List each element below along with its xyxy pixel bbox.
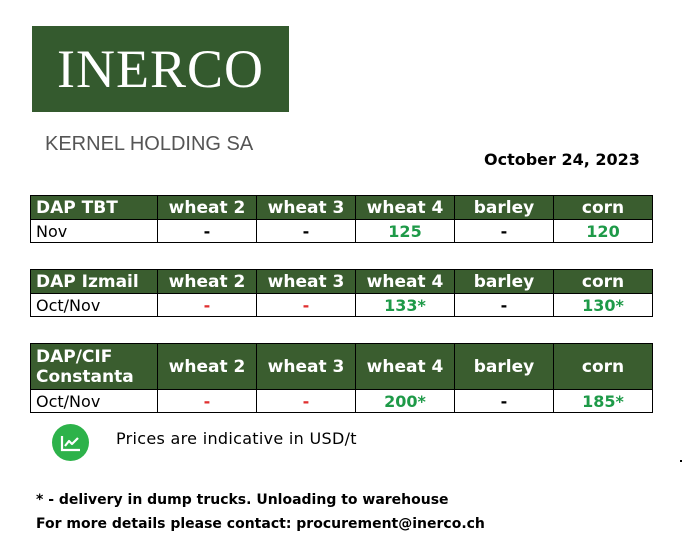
column-header: barley <box>454 269 554 294</box>
price-cell: 133* <box>355 293 455 317</box>
price-cell: - <box>256 293 356 317</box>
price-table-dap-cif-constanta: DAP/CIF Constanta wheat 2 wheat 3 wheat … <box>30 343 653 413</box>
column-header: corn <box>553 195 653 220</box>
column-header: barley <box>454 343 554 390</box>
price-cell: - <box>454 389 554 413</box>
period-cell: Oct/Nov <box>30 293 158 317</box>
price-cell: 120 <box>553 219 653 243</box>
column-header: corn <box>553 343 653 390</box>
price-cell: 185* <box>553 389 653 413</box>
column-header: wheat 4 <box>355 269 455 294</box>
report-date: October 24, 2023 <box>484 150 640 169</box>
location-line-2: Constanta <box>36 366 134 387</box>
column-header: barley <box>454 195 554 220</box>
contact-footnote: For more details please contact: procure… <box>36 516 485 532</box>
column-header: wheat 2 <box>157 269 257 294</box>
column-header: wheat 3 <box>256 269 356 294</box>
stray-dot <box>680 460 682 462</box>
price-cell: 130* <box>553 293 653 317</box>
inerco-logo: INERCO <box>32 26 289 112</box>
price-cell: - <box>157 389 257 413</box>
price-table-dap-tbt: DAP TBT wheat 2 wheat 3 wheat 4 barley c… <box>30 195 653 243</box>
company-subtitle: KERNEL HOLDING SA <box>45 133 254 155</box>
price-cell: - <box>157 219 257 243</box>
price-cell: - <box>157 293 257 317</box>
delivery-footnote: * - delivery in dump trucks. Unloading t… <box>36 492 449 508</box>
table-header-row: DAP Izmail wheat 2 wheat 3 wheat 4 barle… <box>30 269 653 294</box>
location-header: DAP TBT <box>30 195 158 220</box>
column-header: wheat 4 <box>355 195 455 220</box>
table-header-row: DAP TBT wheat 2 wheat 3 wheat 4 barley c… <box>30 195 653 220</box>
column-header: wheat 2 <box>157 343 257 390</box>
location-header: DAP/CIF Constanta <box>30 343 158 390</box>
price-cell: - <box>256 389 356 413</box>
table-header-row: DAP/CIF Constanta wheat 2 wheat 3 wheat … <box>30 343 653 390</box>
table-row: Nov - - 125 - 120 <box>30 219 653 243</box>
price-note: Prices are indicative in USD/t <box>116 429 357 448</box>
price-table-dap-izmail: DAP Izmail wheat 2 wheat 3 wheat 4 barle… <box>30 269 653 317</box>
price-cell: 200* <box>355 389 455 413</box>
price-cell: - <box>454 293 554 317</box>
column-header: wheat 3 <box>256 343 356 390</box>
column-header: wheat 4 <box>355 343 455 390</box>
table-row: Oct/Nov - - 200* - 185* <box>30 389 653 413</box>
location-line-1: DAP/CIF <box>36 346 113 367</box>
price-cell: 125 <box>355 219 455 243</box>
period-cell: Nov <box>30 219 158 243</box>
table-row: Oct/Nov - - 133* - 130* <box>30 293 653 317</box>
column-header: corn <box>553 269 653 294</box>
line-chart-icon <box>52 424 89 461</box>
period-cell: Oct/Nov <box>30 389 158 413</box>
location-header: DAP Izmail <box>30 269 158 294</box>
price-cell: - <box>256 219 356 243</box>
column-header: wheat 3 <box>256 195 356 220</box>
price-cell: - <box>454 219 554 243</box>
logo-text: INERCO <box>57 39 264 99</box>
column-header: wheat 2 <box>157 195 257 220</box>
